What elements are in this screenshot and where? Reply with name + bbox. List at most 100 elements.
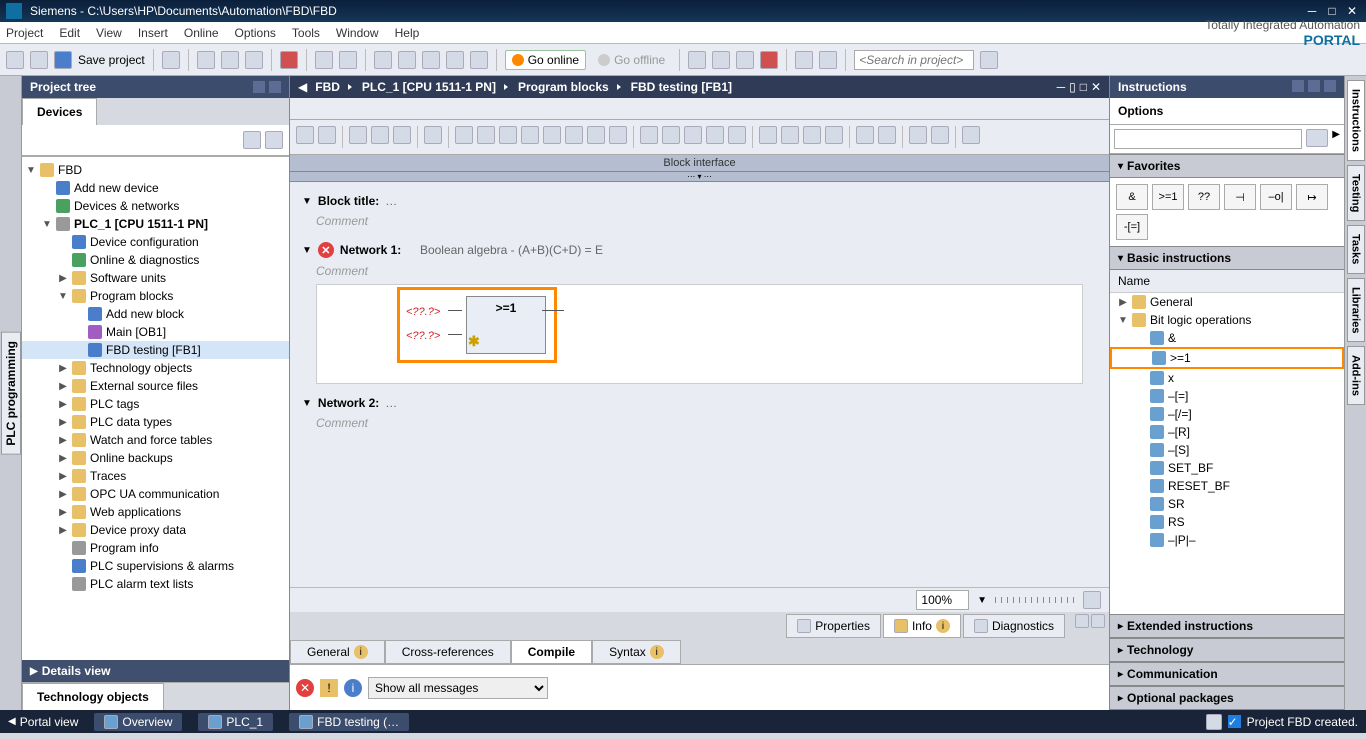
menu-options[interactable]: Options	[235, 26, 276, 40]
instr-hide2-icon[interactable]	[1308, 80, 1320, 92]
ed-ic-26[interactable]	[909, 126, 927, 144]
ed-ic-23[interactable]	[825, 126, 843, 144]
tb-icon-3[interactable]	[736, 51, 754, 69]
footer-overview-tab[interactable]: Overview	[94, 713, 182, 731]
general-tab[interactable]: Generali	[290, 640, 385, 664]
tree-item[interactable]: ▼FBD	[22, 161, 289, 179]
ed-ic-17[interactable]	[684, 126, 702, 144]
instr-item[interactable]: ▶General	[1110, 293, 1344, 311]
instr-item[interactable]: –[=]	[1110, 387, 1344, 405]
download-icon[interactable]	[374, 51, 392, 69]
tb-icon-4[interactable]	[760, 51, 778, 69]
menu-view[interactable]: View	[96, 26, 122, 40]
vtab-addins[interactable]: Add-ins	[1347, 346, 1365, 405]
maximize-button[interactable]: □	[1324, 4, 1340, 18]
tb-icon-2[interactable]	[712, 51, 730, 69]
vtab-testing[interactable]: Testing	[1347, 165, 1365, 221]
tree-item[interactable]: Devices & networks	[22, 197, 289, 215]
network-2-comment[interactable]: Comment	[298, 414, 1101, 432]
ed-minimize-icon[interactable]: ─	[1057, 80, 1066, 94]
ed-ic-1[interactable]	[296, 126, 314, 144]
favorite-button[interactable]: –o|	[1260, 184, 1292, 210]
tb-icon-1[interactable]	[688, 51, 706, 69]
ed-tile-icon[interactable]: ▯	[1069, 80, 1076, 94]
ed-maximize-icon[interactable]: □	[1080, 80, 1087, 94]
pt-view-icon[interactable]	[243, 131, 261, 149]
instr-item[interactable]: –[S]	[1110, 441, 1344, 459]
message-filter-select[interactable]: Show all messages	[368, 677, 548, 699]
instr-item[interactable]: SET_BF	[1110, 459, 1344, 477]
ed-ic-15[interactable]	[640, 126, 658, 144]
tree-item[interactable]: ▶Web applications	[22, 503, 289, 521]
diagnostics-tab[interactable]: Diagnostics	[963, 614, 1065, 638]
instructions-tree[interactable]: ▶General▼Bit logic operations&>=1x–[=]–[…	[1110, 293, 1344, 614]
open-icon[interactable]	[30, 51, 48, 69]
zoom-slider[interactable]	[995, 597, 1075, 603]
vtab-libraries[interactable]: Libraries	[1347, 278, 1365, 342]
ed-ic-25[interactable]	[878, 126, 896, 144]
ed-ic-24[interactable]	[856, 126, 874, 144]
syntax-tab[interactable]: Syntaxi	[592, 640, 681, 664]
instr-search-icon[interactable]	[1306, 129, 1328, 147]
compile-tab[interactable]: Compile	[511, 640, 592, 664]
undo-icon[interactable]	[315, 51, 333, 69]
tree-item[interactable]: ▼Program blocks	[22, 287, 289, 305]
pt-hide-icon[interactable]	[253, 81, 265, 93]
ed-ic-14[interactable]	[609, 126, 627, 144]
favorite-button[interactable]: &	[1116, 184, 1148, 210]
fbd-input-2[interactable]: <??.?>	[406, 330, 440, 342]
delete-icon[interactable]	[280, 51, 298, 69]
filter-error-icon[interactable]: ✕	[296, 679, 314, 697]
menu-window[interactable]: Window	[336, 26, 379, 40]
extended-instr-header[interactable]: ▸Extended instructions	[1110, 614, 1344, 638]
favorite-button[interactable]: >=1	[1152, 184, 1184, 210]
ed-ic-18[interactable]	[706, 126, 724, 144]
block-interface-bar[interactable]: Block interface	[290, 155, 1109, 172]
ed-ic-20[interactable]	[759, 126, 777, 144]
ed-ic-12[interactable]	[565, 126, 583, 144]
properties-tab[interactable]: Properties	[786, 614, 881, 638]
pt-collapse-icon[interactable]	[269, 81, 281, 93]
minimize-button[interactable]: ─	[1304, 4, 1320, 18]
tree-item[interactable]: ▶External source files	[22, 377, 289, 395]
ed-ic-3[interactable]	[349, 126, 367, 144]
ed-ic-6[interactable]	[424, 126, 442, 144]
menu-tools[interactable]: Tools	[292, 26, 320, 40]
instr-nav-icon[interactable]: ▶	[1332, 129, 1340, 149]
instr-item[interactable]: –|P|–	[1110, 531, 1344, 549]
network-1-header[interactable]: ▼ ✕ Network 1: Boolean algebra - (A+B)(C…	[298, 238, 1101, 262]
tree-item[interactable]: Add new device	[22, 179, 289, 197]
tree-item[interactable]: ▶Traces	[22, 467, 289, 485]
fbd-input-1[interactable]: <??.?>	[406, 306, 440, 318]
add-input-icon[interactable]: ✱	[468, 333, 480, 350]
tree-item[interactable]: ▼PLC_1 [CPU 1511-1 PN]	[22, 215, 289, 233]
tree-item[interactable]: ▶Online backups	[22, 449, 289, 467]
compile-icon[interactable]	[398, 51, 416, 69]
pt-grid-icon[interactable]	[265, 131, 283, 149]
print-icon[interactable]	[162, 51, 180, 69]
zoom-fit-icon[interactable]	[1083, 591, 1101, 609]
favorite-button[interactable]: ↦	[1296, 184, 1328, 210]
basic-instr-header[interactable]: ▾Basic instructions	[1110, 246, 1344, 270]
menu-help[interactable]: Help	[395, 26, 420, 40]
footer-plc-tab[interactable]: PLC_1	[198, 713, 273, 731]
instr-item[interactable]: x	[1110, 369, 1344, 387]
ed-ic-16[interactable]	[662, 126, 680, 144]
ed-ic-11[interactable]	[543, 126, 561, 144]
instr-item[interactable]: –[/=]	[1110, 405, 1344, 423]
paste-icon[interactable]	[245, 51, 263, 69]
instr-item[interactable]: RS	[1110, 513, 1344, 531]
vtab-tasks[interactable]: Tasks	[1347, 225, 1365, 273]
tree-item[interactable]: Main [OB1]	[22, 323, 289, 341]
tree-item[interactable]: PLC alarm text lists	[22, 575, 289, 593]
new-icon[interactable]	[6, 51, 24, 69]
download2-icon[interactable]	[422, 51, 440, 69]
instr-item[interactable]: RESET_BF	[1110, 477, 1344, 495]
details-view-header[interactable]: ▶ Details view	[22, 660, 289, 682]
network-1-comment[interactable]: Comment	[298, 262, 1101, 280]
redo-icon[interactable]	[339, 51, 357, 69]
left-vertical-tab[interactable]: PLC programming	[0, 76, 22, 710]
ed-ic-28[interactable]	[962, 126, 980, 144]
ed-ic-5[interactable]	[393, 126, 411, 144]
instr-search-input[interactable]	[1114, 129, 1302, 149]
